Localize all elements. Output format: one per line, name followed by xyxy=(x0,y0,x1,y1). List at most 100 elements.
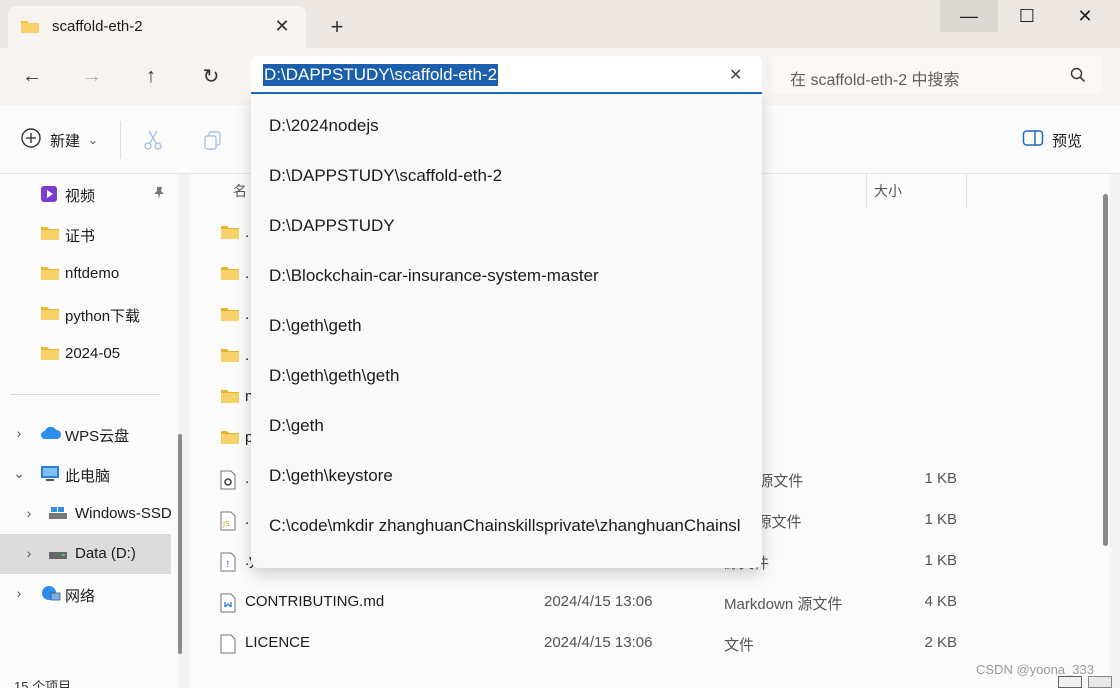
sidebar-item-label: 视频 xyxy=(65,188,96,205)
file-name: . xyxy=(245,306,250,323)
folder-icon xyxy=(40,225,60,245)
suggestion-item[interactable]: D:\geth\geth\geth xyxy=(251,348,762,398)
column-header-size[interactable]: 大小 xyxy=(874,174,902,208)
maximize-button[interactable]: ☐ xyxy=(998,0,1056,32)
file-name: . xyxy=(245,224,250,241)
file-date: 2024/4/15 13:06 xyxy=(544,593,653,610)
close-tab-icon[interactable]: ✕ xyxy=(270,14,294,38)
suggestion-item[interactable]: D:\2024nodejs xyxy=(251,98,762,148)
suggestion-text: C:\code\mkdir zhanghuanChainskillsprivat… xyxy=(269,516,741,535)
suggestion-item[interactable]: D:\DAPPSTUDY\scaffold-eth-2 xyxy=(251,148,762,198)
forward-button[interactable]: → xyxy=(74,58,110,94)
navigation-pane: 视频 证书 nftdemo python下载 2024-05 › WPS云盘 ⌄… xyxy=(0,174,178,688)
search-placeholder: 在 scaffold-eth-2 中搜索 xyxy=(790,72,960,89)
sidebar-item-this-pc[interactable]: ⌄ 此电脑 xyxy=(0,454,171,494)
sidebar-item-python-downloads[interactable]: python下载 xyxy=(0,294,171,334)
suggestion-text: D:\geth\geth xyxy=(269,316,362,335)
suggestion-item[interactable]: D:\geth\geth xyxy=(251,298,762,348)
sidebar-item-label: 证书 xyxy=(65,228,96,245)
pin-icon[interactable] xyxy=(152,186,166,204)
cut-icon[interactable] xyxy=(142,129,164,155)
folder-icon xyxy=(220,388,240,408)
sidebar-item-label: nftdemo xyxy=(65,265,120,282)
search-input[interactable]: 在 scaffold-eth-2 中搜索 xyxy=(772,56,1102,94)
file-size: 4 KB xyxy=(924,593,957,610)
network-icon xyxy=(40,585,62,607)
sidebar-item-wps-cloud[interactable]: › WPS云盘 xyxy=(0,414,171,454)
title-bar: scaffold-eth-2 ✕ + — ☐ ✕ xyxy=(0,0,1120,48)
file-name: . xyxy=(245,347,250,364)
file-name: CONTRIBUTING.md xyxy=(245,593,385,610)
sidebar-scrollbar[interactable] xyxy=(178,434,182,654)
address-suggestions-dropdown: D:\2024nodejs D:\DAPPSTUDY\scaffold-eth-… xyxy=(251,94,762,568)
sidebar-item-data-d[interactable]: › Data (D:) xyxy=(0,534,171,574)
new-tab-button[interactable]: + xyxy=(322,14,352,42)
minimize-button[interactable]: — xyxy=(940,0,998,32)
folder-icon xyxy=(220,347,240,367)
chevron-down-icon: ⌄ xyxy=(88,133,99,147)
table-row[interactable]: CONTRIBUTING.md 2024/4/15 13:06 Markdown 源… xyxy=(190,581,1090,622)
folder-icon xyxy=(40,345,60,365)
sidebar-item-nftdemo[interactable]: nftdemo xyxy=(0,254,171,294)
sidebar-item-certificates[interactable]: 证书 xyxy=(0,214,171,254)
js-file-icon: JS xyxy=(220,511,236,535)
new-button[interactable]: 新建 ⌄ xyxy=(20,127,98,153)
yaml-file-icon: ! xyxy=(220,552,236,576)
status-bar-item-count: 15 个项目 xyxy=(14,679,72,688)
toolbar-divider xyxy=(120,121,121,159)
cloud-icon xyxy=(40,425,62,445)
close-icon: ✕ xyxy=(1077,5,1093,26)
file-list-scrollbar[interactable] xyxy=(1103,194,1108,546)
sidebar-item-label: Data (D:) xyxy=(75,545,136,562)
back-button[interactable]: ← xyxy=(14,58,50,94)
file-size: 2 KB xyxy=(924,634,957,651)
folder-icon xyxy=(220,224,240,244)
sidebar-item-label: 2024-05 xyxy=(65,345,121,362)
tiles-view-icon[interactable] xyxy=(1088,676,1112,688)
svg-text:JS: JS xyxy=(222,520,230,528)
preview-button[interactable]: 预览 xyxy=(1022,129,1082,151)
close-window-button[interactable]: ✕ xyxy=(1056,0,1114,32)
svg-text:!: ! xyxy=(226,560,230,570)
suggestion-item[interactable]: C:\code\mkdir zhanghuanChainskillsprivat… xyxy=(251,498,762,548)
file-date: 2024/4/15 13:06 xyxy=(544,634,653,651)
chevron-right-icon[interactable]: › xyxy=(22,545,36,561)
suggestion-item[interactable]: D:\geth\keystore xyxy=(251,448,762,498)
minimize-icon: — xyxy=(960,5,978,26)
refresh-button[interactable]: ↻ xyxy=(193,58,229,94)
sidebar-item-windows-ssd[interactable]: › Windows-SSD xyxy=(0,494,172,534)
drive-icon xyxy=(48,545,68,565)
tab-scaffold-eth-2[interactable]: scaffold-eth-2 ✕ xyxy=(8,6,306,48)
clear-icon[interactable]: ✕ xyxy=(729,65,742,85)
column-separator[interactable] xyxy=(966,174,967,208)
address-bar-input[interactable]: D:\DAPPSTUDY\scaffold-eth-2 ✕ xyxy=(251,56,762,94)
sidebar-item-label: 网络 xyxy=(65,588,96,605)
sidebar-item-network[interactable]: › 网络 xyxy=(0,574,171,614)
chevron-right-icon[interactable]: › xyxy=(12,425,26,441)
chevron-down-icon[interactable]: ⌄ xyxy=(12,465,26,482)
suggestion-item[interactable]: D:\DAPPSTUDY xyxy=(251,198,762,248)
gear-file-icon xyxy=(220,470,236,494)
folder-icon xyxy=(20,18,40,38)
chevron-right-icon[interactable]: › xyxy=(22,505,36,521)
maximize-icon: ☐ xyxy=(1018,5,1036,26)
chevron-right-icon[interactable]: › xyxy=(12,585,26,601)
folder-icon xyxy=(220,306,240,326)
suggestion-text: D:\geth\keystore xyxy=(269,466,393,485)
refresh-icon: ↻ xyxy=(202,65,220,88)
sidebar-item-2024-05[interactable]: 2024-05 xyxy=(0,334,171,374)
file-name: . xyxy=(245,470,250,487)
suggestion-item[interactable]: D:\Blockchain-car-insurance-system-maste… xyxy=(251,248,762,298)
up-button[interactable]: ↑ xyxy=(133,58,169,94)
table-row[interactable]: LICENCE 2024/4/15 13:06 文件 2 KB xyxy=(190,622,1090,663)
new-button-label: 新建 xyxy=(50,132,81,150)
pc-icon xyxy=(40,465,60,487)
suggestion-item[interactable]: D:\geth xyxy=(251,398,762,448)
column-header-name[interactable]: 名 xyxy=(233,174,247,208)
column-separator[interactable] xyxy=(866,174,867,208)
details-view-icon[interactable] xyxy=(1058,676,1082,688)
suggestion-text: D:\DAPPSTUDY xyxy=(269,216,395,235)
suggestion-text: D:\geth xyxy=(269,416,324,435)
copy-icon[interactable] xyxy=(202,129,224,155)
sidebar-item-videos[interactable]: 视频 xyxy=(0,174,171,214)
